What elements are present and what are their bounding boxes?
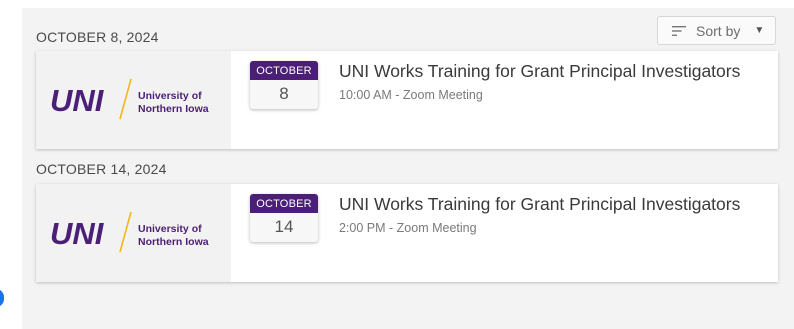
event-time-location: 2:00 PM - Zoom Meeting: [339, 221, 477, 235]
sort-by-label: Sort by: [696, 22, 741, 39]
sort-icon: [672, 25, 686, 36]
event-logo: UNI University of Northern Iowa: [36, 51, 231, 149]
logo-mark: UNI: [50, 216, 105, 251]
date-badge-month: OCTOBER: [250, 61, 318, 80]
date-badge-day: 8: [279, 84, 289, 103]
date-badge: OCTOBER 14: [250, 194, 318, 242]
sort-by-button[interactable]: Sort by ▼: [657, 16, 776, 45]
date-heading: OCTOBER 14, 2024: [36, 161, 167, 177]
date-heading: OCTOBER 8, 2024: [36, 29, 159, 45]
event-time-location: 10:00 AM - Zoom Meeting: [339, 88, 483, 102]
logo-line1: University of: [138, 90, 202, 102]
date-badge-day: 14: [274, 217, 294, 236]
logo-line1: University of: [138, 223, 202, 235]
event-title-link[interactable]: UNI Works Training for Grant Principal I…: [339, 194, 740, 215]
event-card[interactable]: UNI University of Northern Iowa OCTOBER …: [36, 51, 778, 149]
logo-line2: Northern Iowa: [138, 103, 209, 115]
logo-line2: Northern Iowa: [138, 236, 209, 248]
event-logo: UNI University of Northern Iowa: [36, 184, 231, 282]
event-card[interactable]: UNI University of Northern Iowa OCTOBER …: [36, 184, 778, 282]
date-badge-month: OCTOBER: [250, 194, 318, 213]
caret-down-icon: ▼: [754, 25, 765, 36]
date-badge: OCTOBER 8: [250, 61, 318, 109]
floating-widget-edge[interactable]: [0, 289, 4, 307]
event-title-link[interactable]: UNI Works Training for Grant Principal I…: [339, 61, 740, 82]
logo-mark: UNI: [50, 83, 105, 118]
uni-logo: UNI University of Northern Iowa: [50, 78, 209, 120]
uni-logo: UNI University of Northern Iowa: [50, 211, 209, 253]
